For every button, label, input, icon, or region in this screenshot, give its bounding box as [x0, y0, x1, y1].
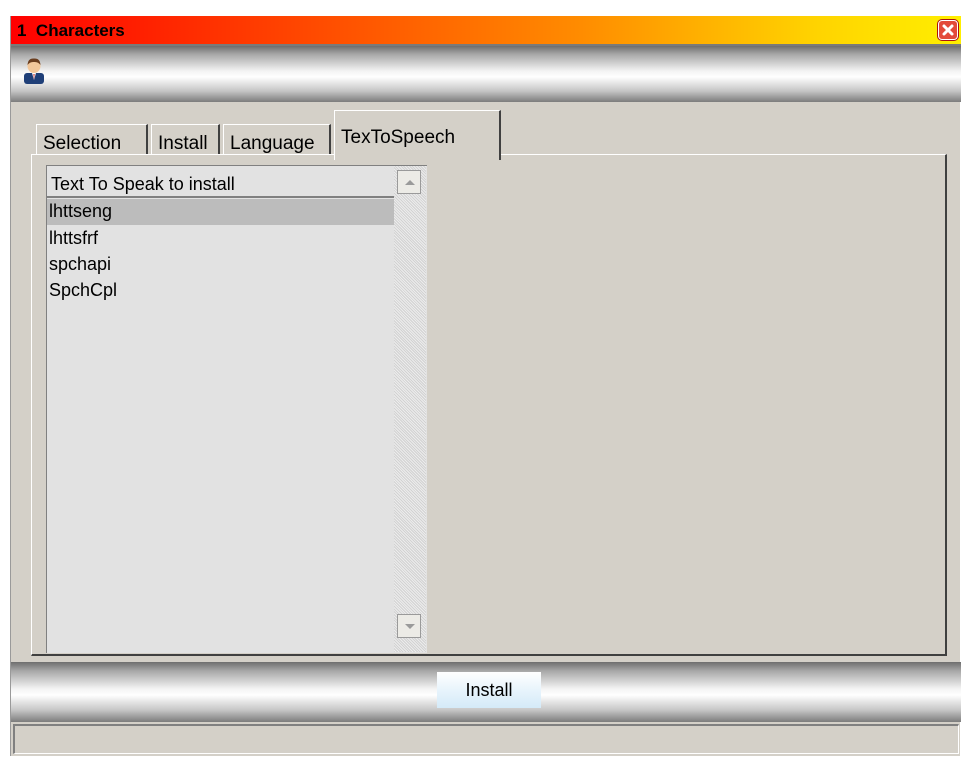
- characters-window: 1 Characters Selection Install Language …: [10, 16, 961, 756]
- tab-install[interactable]: Install: [151, 124, 220, 158]
- tab-panel-textospeech: Text To Speak to install lhttseng lhttsf…: [31, 154, 947, 656]
- list-item[interactable]: SpchCpl: [47, 278, 394, 304]
- tabs-area: Selection Install Language TexToSpeech T…: [11, 102, 961, 660]
- title-bar[interactable]: 1 Characters: [11, 16, 961, 46]
- status-bar: [13, 724, 959, 754]
- arrow-up-icon: [405, 180, 415, 185]
- vertical-scrollbar[interactable]: [394, 166, 426, 652]
- close-icon: [942, 24, 954, 36]
- list-item[interactable]: lhttsfrf: [47, 226, 394, 252]
- scroll-up-button[interactable]: [397, 170, 421, 194]
- window-title: 1 Characters: [17, 21, 125, 40]
- user-avatar-icon[interactable]: [21, 56, 47, 84]
- tab-label: Language: [230, 133, 315, 154]
- arrow-down-icon: [405, 624, 415, 629]
- tab-selection[interactable]: Selection: [36, 124, 148, 158]
- bottom-bar: Install: [11, 662, 961, 722]
- list-item[interactable]: spchapi: [47, 252, 394, 278]
- tab-label: Install: [158, 133, 208, 154]
- toolbar: [11, 46, 961, 102]
- tab-textospeech[interactable]: TexToSpeech: [334, 110, 501, 160]
- list-header: Text To Speak to install: [47, 166, 394, 198]
- tab-label: TexToSpeech: [341, 127, 456, 148]
- tab-label: Selection: [43, 133, 122, 154]
- tts-listbox[interactable]: Text To Speak to install lhttseng lhttsf…: [46, 165, 427, 653]
- close-button[interactable]: [938, 20, 958, 40]
- tab-language[interactable]: Language: [223, 124, 331, 158]
- install-button[interactable]: Install: [437, 672, 541, 708]
- scroll-down-button[interactable]: [397, 614, 421, 638]
- list-item[interactable]: lhttseng: [47, 199, 394, 225]
